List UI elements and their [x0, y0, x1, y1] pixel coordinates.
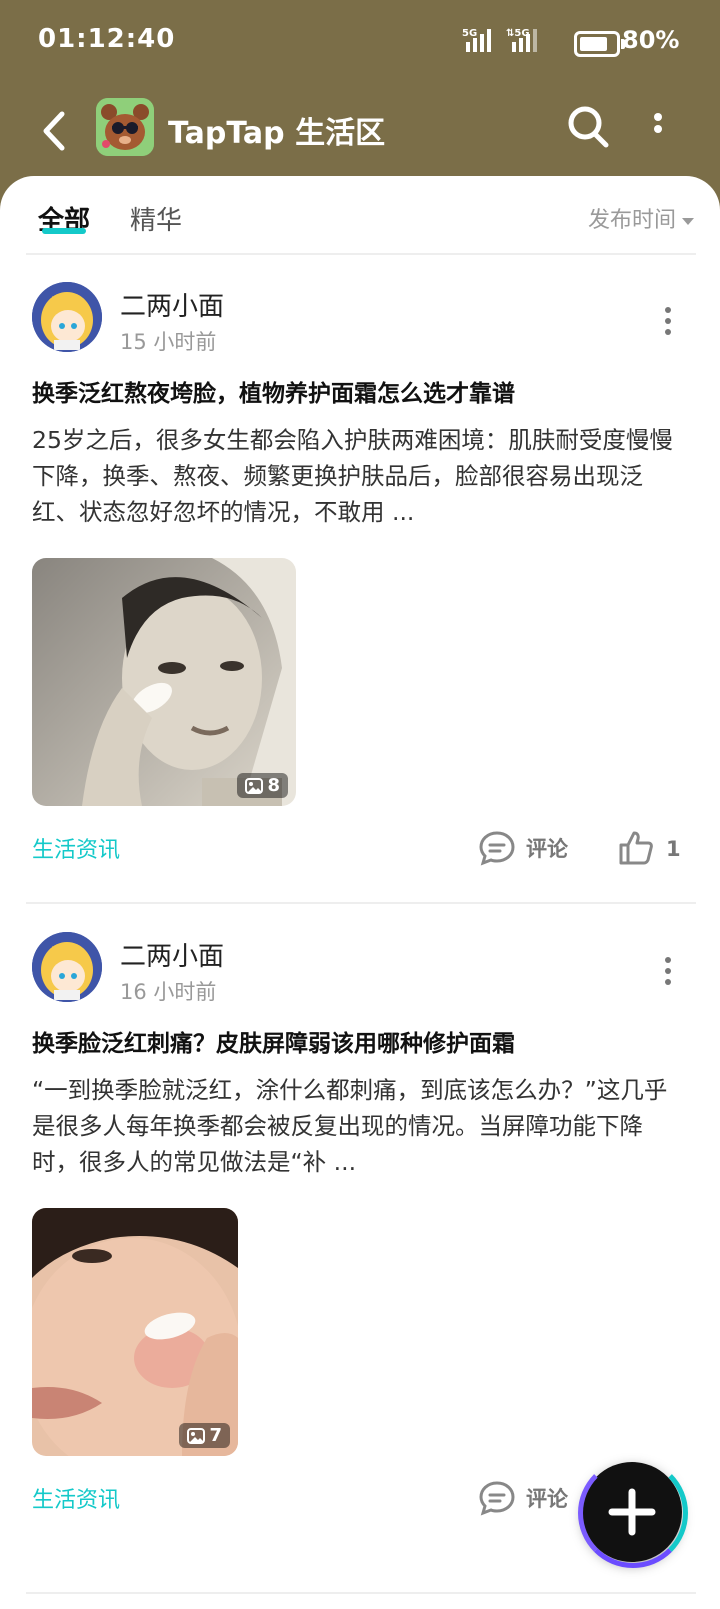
- image-count: 7: [209, 1425, 222, 1446]
- signal-5g-icon: 5G: [462, 28, 491, 52]
- comment-icon: [479, 1481, 515, 1516]
- signal-5g-icon-2: ⇅5G: [506, 28, 537, 52]
- image-count: 8: [267, 775, 280, 796]
- search-icon[interactable]: [566, 104, 610, 150]
- post-card[interactable]: 二两小面 15 小时前 换季泛红熬夜垮脸，植物养护面霜怎么选才靠谱 25岁之后，…: [0, 282, 720, 882]
- comment-button[interactable]: 评论: [478, 1480, 568, 1516]
- active-tab-indicator: [42, 228, 86, 234]
- status-bar: 01:12:40 5G ⇅5G 80%: [0, 0, 720, 86]
- post-more-icon[interactable]: [664, 306, 672, 336]
- battery-icon: [574, 31, 625, 57]
- post-image[interactable]: 8: [32, 558, 296, 806]
- caret-down-icon: [682, 217, 694, 225]
- image-count-badge: 8: [237, 773, 288, 798]
- post-excerpt[interactable]: 25岁之后，很多女生都会陷入护肤两难困境：肌肤耐受度慢慢下降，换季、熬夜、频繁更…: [32, 422, 682, 530]
- image-icon: [187, 1428, 206, 1444]
- top-app-bar: TapTap 生活区: [0, 86, 720, 176]
- sort-dropdown[interactable]: 发布时间: [588, 202, 694, 234]
- author-name[interactable]: 二两小面: [120, 286, 224, 323]
- comment-button[interactable]: 评论: [478, 830, 568, 866]
- comment-label: 评论: [526, 837, 568, 861]
- content-sheet: 全部 精华 发布时间 二两小面 15 小时前 换季泛红熬夜垮脸，植物养护面霜怎么…: [0, 176, 720, 1609]
- page-title: TapTap 生活区: [168, 116, 386, 151]
- avatar[interactable]: [32, 932, 102, 1002]
- plus-icon: [608, 1488, 656, 1536]
- post-title[interactable]: 换季脸泛红刺痛？皮肤屏障弱该用哪种修护面霜: [32, 1024, 515, 1058]
- sort-label: 发布时间: [587, 208, 676, 233]
- comment-icon: [479, 831, 515, 866]
- post-time: 15 小时前: [120, 330, 217, 354]
- clock: 01:12:40: [38, 24, 176, 54]
- image-count-badge: 7: [179, 1423, 230, 1448]
- more-options-icon[interactable]: [652, 112, 664, 146]
- post-time: 16 小时前: [120, 980, 217, 1004]
- divider: [26, 1592, 696, 1594]
- avatar[interactable]: [32, 282, 102, 352]
- post-title[interactable]: 换季泛红熬夜垮脸，植物养护面霜怎么选才靠谱: [32, 374, 515, 408]
- comment-label: 评论: [526, 1487, 568, 1511]
- post-image[interactable]: 7: [32, 1208, 238, 1456]
- thumbs-up-icon: [619, 831, 653, 865]
- image-icon: [245, 778, 264, 794]
- filter-tabs: 全部 精华 发布时间: [0, 176, 720, 260]
- back-arrow-icon[interactable]: [36, 106, 72, 156]
- like-count: 1: [666, 837, 681, 861]
- author-name[interactable]: 二两小面: [120, 936, 224, 973]
- post-more-icon[interactable]: [664, 956, 672, 986]
- post-card[interactable]: 二两小面 16 小时前 换季脸泛红刺痛？皮肤屏障弱该用哪种修护面霜 “一到换季脸…: [0, 932, 720, 1552]
- battery-percent: 80%: [622, 26, 680, 54]
- divider: [26, 253, 696, 255]
- tab-featured[interactable]: 精华: [130, 200, 182, 237]
- post-tag[interactable]: 生活资讯: [32, 832, 120, 864]
- app-logo-icon: [96, 98, 154, 156]
- svg-text:5G: 5G: [462, 28, 477, 39]
- create-post-button[interactable]: [578, 1458, 688, 1568]
- post-excerpt[interactable]: “一到换季脸就泛红，涂什么都刺痛，到底该怎么办？”这几乎是很多人每年换季都会被反…: [32, 1072, 682, 1180]
- like-button[interactable]: 1: [618, 830, 681, 866]
- divider: [26, 902, 696, 904]
- post-tag[interactable]: 生活资讯: [32, 1482, 120, 1514]
